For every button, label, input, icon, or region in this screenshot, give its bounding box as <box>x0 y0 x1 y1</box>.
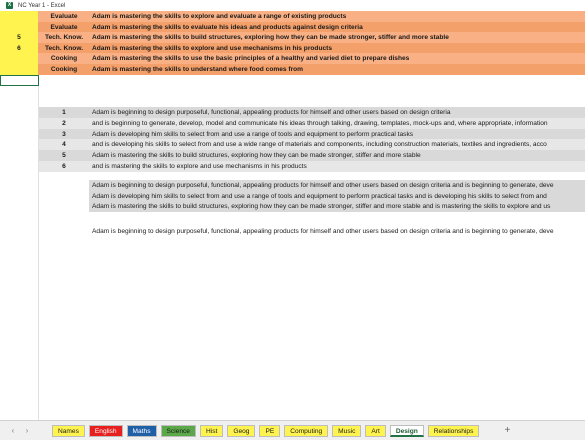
window-title: NC Year 1 - Excel <box>18 2 66 9</box>
row-statement: Adam is mastering the skills to explore … <box>92 13 347 20</box>
combined-text: Adam is mastering the skills to build st… <box>92 203 551 211</box>
combined-row[interactable]: Adam is beginning to design purposeful, … <box>89 180 585 191</box>
add-sheet-icon[interactable]: + <box>501 425 513 436</box>
numbered-row[interactable]: 1 Adam is beginning to design purposeful,… <box>39 107 585 118</box>
row-level: 5 <box>0 32 38 44</box>
prev-sheet-icon[interactable]: ‹ <box>6 426 20 435</box>
sheet-tab-names[interactable]: Names <box>52 424 85 437</box>
row-level <box>0 11 38 22</box>
row-category: Cooking <box>50 66 78 73</box>
row-number: 6 <box>62 163 66 170</box>
top-row[interactable]: 5 Tech. Know. Adam is mastering the skills… <box>0 32 585 44</box>
row-number: 4 <box>62 141 66 149</box>
sheet-tab-hist[interactable]: Hist <box>199 424 224 437</box>
top-row[interactable]: 6 Tech. Know. Adam is mastering the skills… <box>0 42 585 54</box>
numbered-row[interactable]: 3 Adam is developing him skills to select… <box>39 128 585 140</box>
row-statement: Adam is mastering the skills to understa… <box>92 66 304 73</box>
row-statement: Adam is mastering the skills to use the … <box>92 55 410 63</box>
row-statement: Adam is mastering the skills to evaluate… <box>92 23 363 31</box>
sheet-tab-art[interactable]: Art <box>365 424 386 437</box>
top-row[interactable]: Evaluate Adam is mastering the skills to … <box>0 21 585 33</box>
row-statement: Adam is mastering the skills to explore … <box>92 44 333 52</box>
row-number: 2 <box>62 119 66 127</box>
sheet-tab-english[interactable]: English <box>88 424 123 437</box>
sheet-tab-relationships[interactable]: Relationships <box>427 424 480 437</box>
combined-row[interactable]: Adam is mastering the skills to build st… <box>89 201 585 213</box>
row-text: Adam is mastering the skills to build st… <box>92 152 421 160</box>
sheet-tabs: Names English Maths Science Hist Geog PE Comput… <box>48 424 480 437</box>
row-number: 1 <box>62 109 66 116</box>
combined-row[interactable]: Adam is developing him skills to select … <box>89 190 585 202</box>
sheet-tab-music[interactable]: Music <box>332 424 362 437</box>
sheet-tab-science[interactable]: Science <box>160 424 196 437</box>
numbered-row[interactable]: 2 and is beginning to generate, develop,… <box>39 117 585 129</box>
numbered-row[interactable]: 5 Adam is mastering the skills to build s… <box>39 150 585 162</box>
numbered-row[interactable]: 6 and is mastering the skills to explore… <box>39 161 585 172</box>
sheet-tab-design[interactable]: Design <box>389 424 424 437</box>
row-category: Cooking <box>50 55 78 63</box>
row-level <box>0 21 38 33</box>
row-number: 5 <box>62 152 66 160</box>
next-sheet-icon[interactable]: › <box>20 426 34 435</box>
top-row[interactable]: Evaluate Adam is mastering the skills to … <box>0 11 585 22</box>
row-level <box>0 53 38 65</box>
row-number: 3 <box>62 130 66 138</box>
row-category: Evaluate <box>50 13 78 20</box>
top-row[interactable]: Cooking Adam is mastering the skills to u… <box>0 53 585 65</box>
sheet-tab-geog[interactable]: Geog <box>227 424 256 437</box>
final-row[interactable]: Adam is beginning to design purposeful, … <box>0 226 585 237</box>
row-level: 6 <box>0 42 38 54</box>
sheet-tab-pe[interactable]: PE <box>259 424 281 437</box>
numbered-row[interactable]: 4 and is developing his skills to select… <box>39 139 585 151</box>
row-text: Adam is developing him skills to select … <box>92 130 414 138</box>
row-text: Adam is beginning to design purposeful, … <box>92 109 451 116</box>
excel-icon: X <box>6 2 13 9</box>
combined-text: Adam is beginning to design purposeful, … <box>92 182 554 189</box>
row-level <box>0 64 38 75</box>
sheet-tab-computing[interactable]: Computing <box>284 424 329 437</box>
row-text: and is beginning to generate, develop, m… <box>92 119 548 127</box>
sheet-tab-maths[interactable]: Maths <box>126 424 157 437</box>
selected-cell[interactable] <box>0 75 39 86</box>
row-category: Tech. Know. <box>44 44 84 52</box>
top-row[interactable]: Cooking Adam is mastering the skills to u… <box>0 64 585 75</box>
row-category: Tech. Know. <box>44 34 84 42</box>
final-row-text: Adam is beginning to design purposeful, … <box>92 228 554 235</box>
row-category: Evaluate <box>50 23 78 31</box>
row-statement: Adam is mastering the skills to build st… <box>92 34 449 42</box>
spreadsheet-grid[interactable]: Evaluate Adam is mastering the skills to … <box>0 11 585 420</box>
sheet-tab-bar: ‹ › Names English Maths Science Hist Geog PE Co… <box>0 420 585 440</box>
row-text: and is mastering the skills to explore a… <box>92 163 307 170</box>
combined-text: Adam is developing him skills to select … <box>92 192 547 200</box>
row-text: and is developing his skills to select f… <box>92 141 547 149</box>
